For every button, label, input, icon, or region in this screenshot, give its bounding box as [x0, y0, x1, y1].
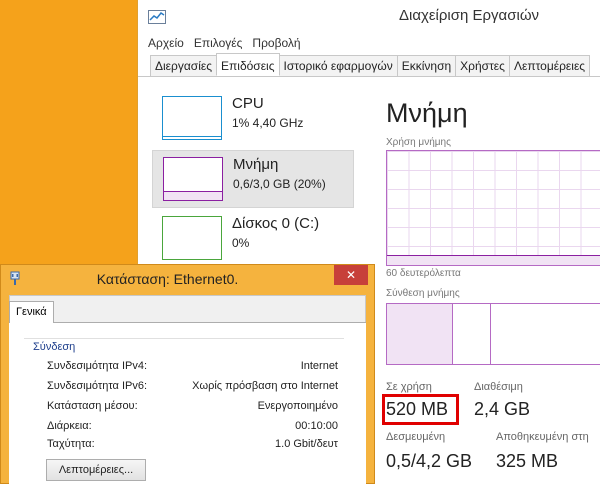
perf-item-value: 0% [232, 236, 250, 250]
tab-general[interactable]: Γενικά [9, 301, 54, 323]
close-button[interactable]: ✕ [334, 265, 368, 285]
menu-view[interactable]: Προβολή [252, 34, 300, 54]
task-manager-titlebar[interactable]: Διαχείριση Εργασιών [138, 0, 600, 34]
dialog-title: Κατάσταση: Ethernet0. [96, 271, 239, 287]
in-use-label: Σε χρήση [386, 381, 432, 393]
disk-thumbnail-graph [162, 216, 222, 260]
speed-label: Ταχύτητα: [47, 438, 95, 450]
committed-label: Δεσμευμένη [386, 431, 446, 443]
tab-performance[interactable]: Επιδόσεις [216, 53, 280, 76]
window-title: Διαχείριση Εργασιών [398, 7, 540, 24]
time-span-label: 60 δευτερόλεπτα [386, 268, 461, 279]
speed-value: 1.0 Gbit/δευτ [275, 438, 338, 450]
dialog-titlebar[interactable]: Κατάσταση: Ethernet0. ✕ [1, 265, 374, 293]
group-divider [24, 338, 344, 339]
duration-value: 00:10:00 [295, 420, 338, 432]
cached-label: Αποθηκευμένη στη [496, 431, 589, 443]
tab-details[interactable]: Λεπτομέρειες [508, 55, 591, 76]
memory-heading: Μνήμη [386, 98, 468, 128]
connection-group-title: Σύνδεση [33, 341, 76, 353]
highlight-box [382, 394, 459, 425]
perf-item-value: 0,6/3,0 GB (20%) [233, 177, 326, 191]
ipv4-value: Internet [300, 360, 338, 372]
perf-item-value: 1% 4,40 GHz [232, 116, 304, 130]
ethernet-status-dialog: Κατάσταση: Ethernet0. ✕ Γενικά [0, 264, 375, 484]
perf-item-name: Μνήμη [233, 156, 279, 173]
memory-composition-bar [386, 303, 600, 365]
perf-item-cpu[interactable]: CPU 1% 4,40 GHz [152, 90, 354, 148]
available-value: 2,4 GB [474, 399, 531, 419]
tab-users[interactable]: Χρήστες [455, 55, 510, 76]
menu-options[interactable]: Επιλογές [194, 34, 243, 54]
media-state-label: Κατάσταση μέσου: [47, 400, 138, 412]
menu-bar: Αρχείο Επιλογές Προβολή [138, 34, 600, 54]
committed-value: 0,5/4,2 GB [386, 451, 473, 471]
memory-usage-label: Χρήση μνήμης [386, 137, 451, 148]
tab-startup[interactable]: Εκκίνηση [396, 55, 457, 76]
tab-strip: Διεργασίες Επιδόσεις Ιστορικό εφαρμογών … [138, 53, 600, 77]
details-button[interactable]: Λεπτομέρειες... [46, 459, 146, 481]
memory-thumbnail-graph [163, 157, 223, 201]
media-state-value: Ενεργοποιημένο [257, 400, 338, 412]
duration-label: Διάρκεια: [47, 420, 92, 432]
memory-composition-label: Σύνθεση μνήμης [386, 288, 460, 299]
memory-usage-graph [386, 150, 600, 266]
perf-item-name: Δίσκος 0 (C:) [232, 215, 320, 232]
cpu-thumbnail-graph [162, 96, 222, 140]
perf-item-disk[interactable]: Δίσκος 0 (C:) 0% [152, 210, 354, 268]
cached-value: 325 MB [496, 451, 559, 471]
perf-item-memory[interactable]: Μνήμη 0,6/3,0 GB (20%) [152, 150, 354, 208]
tab-app-history[interactable]: Ιστορικό εφαρμογών [278, 55, 398, 76]
ipv6-value: Χωρίς πρόσβαση στο Internet [192, 380, 338, 392]
tab-processes[interactable]: Διεργασίες [150, 55, 217, 76]
perf-item-name: CPU [232, 95, 264, 112]
menu-file[interactable]: Αρχείο [148, 34, 184, 54]
available-label: Διαθέσιμη [474, 381, 523, 393]
